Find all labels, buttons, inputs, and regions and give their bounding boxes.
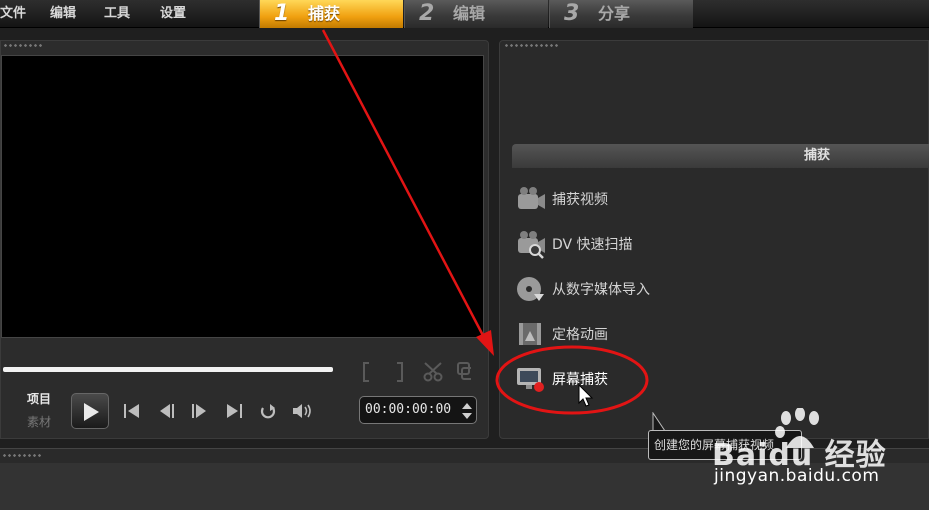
annotation-arrow-line bbox=[321, 29, 490, 346]
annotation-ellipse bbox=[495, 345, 649, 415]
video-editor-window: 文件 编辑 工具 设置 1 捕获 2 编辑 3 分享 项目 素材 00:00:0… bbox=[0, 0, 929, 510]
annotation-overlay bbox=[321, 29, 649, 415]
mouse-cursor-icon bbox=[578, 384, 594, 407]
annotation-arrow-head bbox=[476, 330, 494, 356]
